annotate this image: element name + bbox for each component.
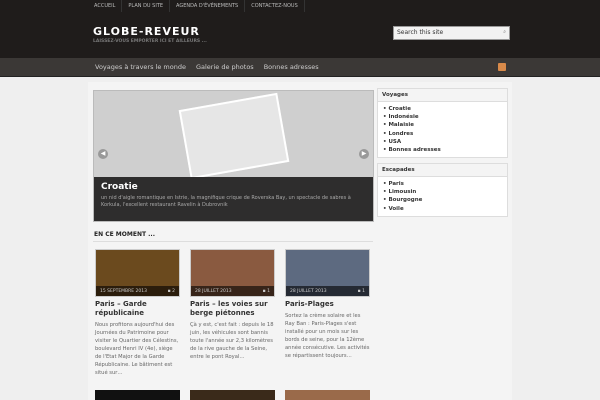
slide-text: un nid d'aigle romantique en Istrie, la … (101, 195, 351, 208)
post-excerpt: Sortez la crème solaire et les Ray Ban :… (285, 313, 370, 359)
widget-voyages: Voyages Croatie Indonésie Malaisie Londr… (377, 88, 508, 159)
post-card: 15 SEPTEMBRE 2013 ▪ 2 Paris – Garde répub… (95, 249, 180, 377)
post-thumbnail[interactable]: 28 JUILLET 2013 ▪ 1 (190, 249, 275, 297)
post-title[interactable]: Paris-Plages (285, 300, 370, 309)
widget-link[interactable]: USA (383, 138, 502, 146)
widget-link[interactable]: Limousin (383, 188, 502, 196)
post-card: 28 JUILLET 2013 ▪ 1 Paris – les voies sur… (190, 249, 275, 361)
widget-link[interactable]: Bonnes adresses (383, 146, 502, 154)
widget-link[interactable]: Croatie (383, 105, 502, 113)
widget-title: Escapades (378, 164, 507, 177)
post-excerpt: Çà y est, c'est fait : depuis le 18 juin… (190, 322, 274, 360)
nav-adresses[interactable]: Bonnes adresses (259, 58, 324, 76)
divider (93, 241, 373, 242)
widget-link[interactable]: Londres (383, 130, 502, 138)
search-icon[interactable]: ⌕ (503, 29, 506, 35)
top-menu-plan[interactable]: PLAN DU SITE (122, 0, 171, 12)
site-tagline: LAISSEZ-VOUS EMPORTER ICI ET AILLEURS ..… (93, 39, 207, 44)
post-title[interactable]: Paris – Garde républicaine (95, 300, 180, 318)
widget-link[interactable]: Bourgogne (383, 196, 502, 204)
search-input[interactable]: Search this site ⌕ (393, 26, 510, 40)
slide-caption: Croatie un nid d'aigle romantique en Ist… (94, 177, 373, 221)
top-menu: ACCUEIL PLAN DU SITE AGENDA D'ÉVÉNEMENTS… (88, 0, 305, 12)
header: ACCUEIL PLAN DU SITE AGENDA D'ÉVÉNEMENTS… (0, 0, 600, 58)
top-menu-accueil[interactable]: ACCUEIL (88, 0, 123, 12)
widget-link[interactable]: Voile (383, 205, 502, 213)
next-arrow-icon[interactable]: ▶ (359, 149, 369, 159)
widget-escapades: Escapades Paris Limousin Bourgogne Voile (377, 163, 508, 217)
widget-link[interactable]: Malaisie (383, 121, 502, 129)
post-thumbnail[interactable] (285, 390, 370, 400)
post-title[interactable]: Paris – les voies sur berge piétonnes (190, 300, 275, 318)
post-date: 28 JUILLET 2013 (195, 289, 232, 294)
post-date: 15 SEPTEMBRE 2013 (100, 289, 147, 294)
post-date: 28 JUILLET 2013 (290, 289, 327, 294)
post-thumbnail[interactable] (190, 390, 275, 400)
post-thumbnail[interactable]: 15 SEPTEMBRE 2013 ▪ 2 (95, 249, 180, 297)
post-thumbnail[interactable] (95, 390, 180, 400)
top-menu-agenda[interactable]: AGENDA D'ÉVÉNEMENTS (170, 0, 246, 12)
featured-slider[interactable]: ◀ ▶ Croatie un nid d'aigle romantique en… (93, 90, 374, 222)
slide-image (178, 92, 290, 180)
main-nav: Voyages à travers le monde Galerie de ph… (0, 58, 600, 77)
prev-arrow-icon[interactable]: ◀ (98, 149, 108, 159)
comment-count[interactable]: ▪ 1 (358, 289, 365, 294)
widget-title: Voyages (378, 89, 507, 102)
comment-count[interactable]: ▪ 1 (263, 289, 270, 294)
section-title: EN CE MOMENT ... (94, 231, 155, 238)
site-title[interactable]: GLOBE-REVEUR (93, 25, 200, 38)
rss-icon[interactable] (498, 63, 506, 71)
top-menu-contact[interactable]: CONTACTEZ-NOUS (245, 0, 305, 12)
post-excerpt: Nous profitons aujourd'hui des Journées … (95, 322, 179, 376)
widget-link[interactable]: Paris (383, 180, 502, 188)
widget-link[interactable]: Indonésie (383, 113, 502, 121)
comment-count[interactable]: ▪ 2 (168, 289, 175, 294)
post-thumbnail[interactable]: 28 JUILLET 2013 ▪ 1 (285, 249, 370, 297)
nav-voyages[interactable]: Voyages à travers le monde (90, 58, 191, 76)
nav-galerie[interactable]: Galerie de photos (191, 58, 259, 76)
search-placeholder: Search this site (397, 29, 444, 36)
slide-title[interactable]: Croatie (101, 182, 368, 192)
post-card: 28 JUILLET 2013 ▪ 1 Paris-Plages Sortez l… (285, 249, 370, 360)
